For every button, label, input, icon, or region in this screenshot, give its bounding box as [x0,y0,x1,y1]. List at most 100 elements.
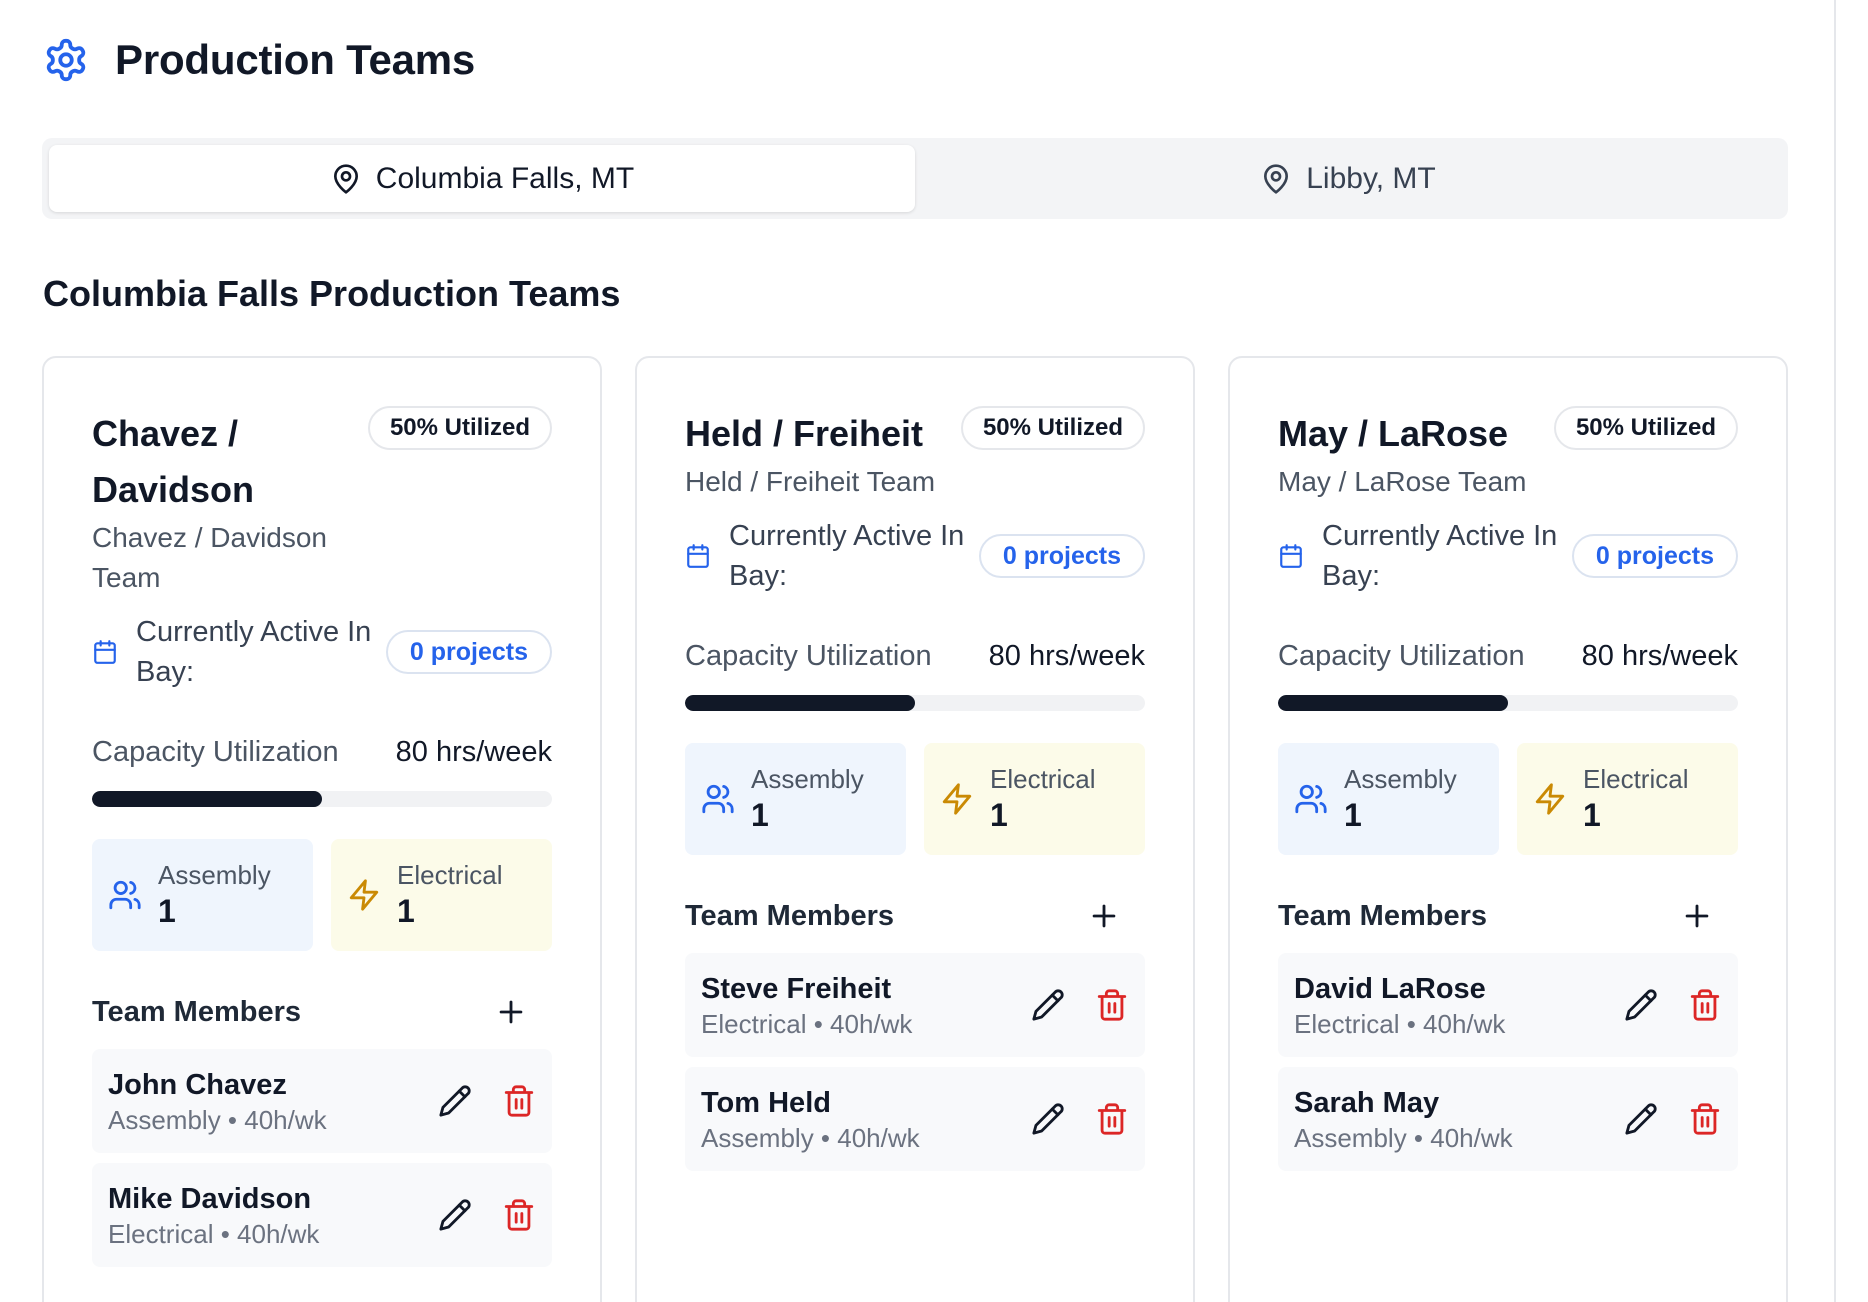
delete-icon[interactable] [1095,1102,1129,1136]
assembly-label: Assembly [158,860,271,890]
team-members-heading: Team Members [1278,899,1487,932]
utilization-bar [685,695,1145,711]
member-meta: Electrical • 40h/wk [1294,1009,1506,1039]
tab-label: Libby, MT [1306,161,1436,195]
active-label: Currently Active In Bay: [136,616,372,688]
electrical-stat: Electrical 1 [1517,743,1738,855]
edit-icon[interactable] [438,1084,472,1118]
member-row: David LaRose Electrical • 40h/wk [1278,953,1738,1057]
electrical-stat: Electrical 1 [924,743,1145,855]
electrical-label: Electrical [397,860,503,890]
delete-icon[interactable] [1688,1102,1722,1136]
edit-icon[interactable] [438,1198,472,1232]
assembly-stat: Assembly 1 [1278,743,1499,855]
team-card: Held / Freiheit Held / Freiheit Team 50%… [635,356,1195,1302]
projects-badge[interactable]: 0 projects [385,630,552,674]
active-in-bay: Currently Active In Bay: 0 projects [1278,516,1738,596]
electrical-label: Electrical [1583,764,1689,794]
page-header: Production Teams [43,36,475,84]
projects-badge[interactable]: 0 projects [978,534,1145,578]
capacity-label: Capacity Utilization [1278,640,1525,672]
member-name: Steve Freiheit [701,973,892,1005]
member-list: David LaRose Electrical • 40h/wk Sarah M… [1278,953,1738,1171]
assembly-stat: Assembly 1 [685,743,906,855]
edit-icon[interactable] [1031,988,1065,1022]
electrical-count: 1 [1583,797,1601,833]
member-name: Sarah May [1294,1087,1440,1119]
team-subtitle: Held / Freiheit Team [685,466,936,497]
electrical-stat: Electrical 1 [331,839,552,951]
team-members-heading: Team Members [685,899,894,932]
electrical-count: 1 [397,893,415,929]
utilization-bar-fill [685,695,915,711]
utilization-bar-fill [92,791,322,807]
member-list: Steve Freiheit Electrical • 40h/wk Tom H… [685,953,1145,1171]
member-meta: Assembly • 40h/wk [1294,1123,1513,1153]
users-icon [109,880,141,910]
capacity-label: Capacity Utilization [92,736,339,768]
assembly-stat: Assembly 1 [92,839,313,951]
assembly-count: 1 [751,797,769,833]
location-tabs: Columbia Falls, MT Libby, MT [42,138,1788,219]
member-meta: Electrical • 40h/wk [108,1219,320,1249]
active-in-bay: Currently Active In Bay: 0 projects [685,516,1145,596]
member-row: Tom Held Assembly • 40h/wk [685,1067,1145,1171]
edit-icon[interactable] [1624,988,1658,1022]
page: Production Teams Columbia Falls, MT Libb… [0,0,1868,1302]
users-icon [1295,784,1327,814]
active-label: Currently Active In Bay: [729,520,965,592]
utilization-bar [92,791,552,807]
page-title: Production Teams [115,36,476,83]
add-member-icon[interactable] [1087,899,1121,933]
team-members-heading: Team Members [92,995,301,1028]
team-title: Chavez / Davidson [92,413,255,510]
gear-icon [43,37,89,83]
team-card: May / LaRose May / LaRose Team 50% Utili… [1228,356,1788,1302]
capacity-value: 80 hrs/week [988,640,1145,672]
edit-icon[interactable] [1624,1102,1658,1136]
member-row: Sarah May Assembly • 40h/wk [1278,1067,1738,1171]
users-icon [702,784,734,814]
assembly-label: Assembly [751,764,864,794]
assembly-label: Assembly [1344,764,1457,794]
member-row: Mike Davidson Electrical • 40h/wk [92,1163,552,1267]
delete-icon[interactable] [502,1084,536,1118]
add-member-icon[interactable] [1680,899,1714,933]
active-label: Currently Active In Bay: [1322,520,1558,592]
map-pin-icon [333,163,358,194]
calendar-icon [1280,544,1302,568]
assembly-count: 1 [1344,797,1362,833]
team-card: Chavez / Davidson Chavez / Davidson Team… [42,356,602,1302]
projects-badge[interactable]: 0 projects [1571,534,1738,578]
member-row: John Chavez Assembly • 40h/wk [92,1049,552,1153]
divider [1834,0,1836,1302]
zap-icon [349,879,379,911]
utilization-bar [1278,695,1738,711]
delete-icon[interactable] [1688,988,1722,1022]
active-in-bay: Currently Active In Bay: 0 projects [92,612,552,692]
tab-label: Columbia Falls, MT [375,161,635,195]
capacity-value: 80 hrs/week [1581,640,1738,672]
tab-columbia-falls[interactable]: Columbia Falls, MT [49,145,915,212]
member-row: Steve Freiheit Electrical • 40h/wk [685,953,1145,1057]
edit-icon[interactable] [1031,1102,1065,1136]
electrical-label: Electrical [990,764,1096,794]
electrical-count: 1 [990,797,1008,833]
team-subtitle: Chavez / Davidson Team [92,522,328,593]
section-title: Columbia Falls Production Teams [43,273,621,314]
zap-icon [942,783,972,815]
utilization-badge: 50% Utilized [1553,406,1738,450]
assembly-count: 1 [158,893,176,929]
add-member-icon[interactable] [494,995,528,1029]
utilization-bar-fill [1278,695,1508,711]
zap-icon [1535,783,1565,815]
calendar-icon [687,544,709,568]
utilization-badge: 50% Utilized [367,406,552,450]
member-name: Tom Held [701,1087,831,1119]
delete-icon[interactable] [502,1198,536,1232]
member-meta: Electrical • 40h/wk [701,1009,913,1039]
map-pin-icon [1264,163,1289,194]
tab-libby[interactable]: Libby, MT [915,145,1781,212]
delete-icon[interactable] [1095,988,1129,1022]
team-subtitle: May / LaRose Team [1278,466,1527,497]
